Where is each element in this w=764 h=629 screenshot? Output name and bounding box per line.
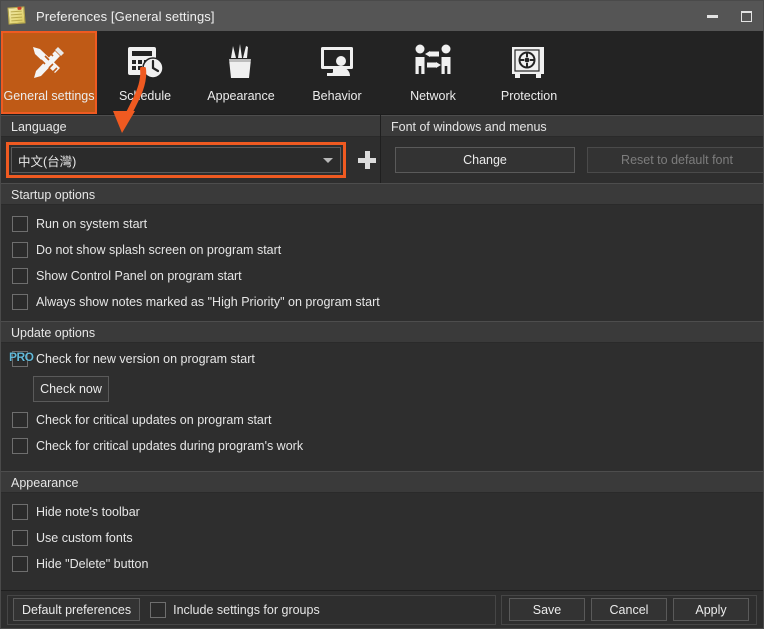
checkbox-box[interactable] (12, 294, 28, 310)
checkbox-hide-note-toolbar[interactable]: Hide note's toolbar (1, 499, 763, 525)
checkbox-box[interactable] (12, 530, 28, 546)
checkbox-run-on-system-start[interactable]: Run on system start (1, 211, 763, 237)
checkbox-label: Check for critical updates during progra… (36, 439, 304, 453)
check-now-button[interactable]: Check now (33, 376, 109, 402)
tab-label: Behavior (312, 89, 362, 103)
save-button[interactable]: Save (509, 598, 585, 621)
checkbox-use-custom-fonts[interactable]: Use custom fonts (1, 525, 763, 551)
language-font-controls-row: 中文(台灣) Change Reset to default font (1, 137, 763, 183)
settings-body: Language Font of windows and menus 中文(台灣… (1, 115, 763, 590)
checkbox-label: Check for new version on program start (36, 352, 255, 366)
checkbox-label: Do not show splash screen on program sta… (36, 243, 282, 257)
minimize-button[interactable] (695, 1, 729, 31)
window-controls (695, 1, 763, 31)
checkbox-label: Include settings for groups (173, 602, 320, 617)
language-selected-value: 中文(台灣) (18, 154, 77, 169)
checkbox-critical-updates-during-work[interactable]: Check for critical updates during progra… (1, 433, 763, 459)
font-controls: Change Reset to default font (381, 137, 763, 183)
checkbox-check-new-version[interactable]: PRO Check for new version on program sta… (1, 346, 763, 372)
tab-schedule[interactable]: Schedule (97, 31, 193, 114)
window-title: Preferences [General settings] (36, 8, 215, 24)
language-controls: 中文(台灣) (1, 137, 381, 183)
checkbox-show-control-panel[interactable]: Show Control Panel on program start (1, 263, 763, 289)
settings-tab-bar: General settings Schedule Appearance Beh… (1, 31, 763, 115)
tab-label: Network (410, 89, 456, 103)
checkbox-label: Run on system start (36, 217, 148, 231)
footer-bar: Default preferences Include settings for… (1, 590, 763, 628)
minimize-icon (706, 14, 718, 18)
checkbox-box[interactable] (12, 556, 28, 572)
tab-general-settings[interactable]: General settings (1, 31, 97, 114)
language-font-header-row: Language Font of windows and menus (1, 115, 763, 137)
chevron-down-icon (323, 158, 334, 163)
language-combobox[interactable]: 中文(台灣) (5, 142, 347, 178)
checkbox-box[interactable] (12, 242, 28, 258)
checkbox-box[interactable] (12, 438, 28, 454)
checkbox-box[interactable] (12, 268, 28, 284)
update-section-title: Update options (1, 321, 763, 343)
checkbox-box[interactable] (12, 216, 28, 232)
checkbox-include-settings-for-groups[interactable]: Include settings for groups (150, 601, 320, 618)
checkbox-box[interactable] (150, 601, 167, 618)
checkbox-critical-updates-on-start[interactable]: Check for critical updates on program st… (1, 407, 763, 433)
checkbox-box[interactable] (12, 504, 28, 520)
pro-badge: PRO (9, 350, 34, 364)
tab-network[interactable]: Network (385, 31, 481, 114)
language-section-title: Language (1, 115, 380, 137)
app-note-icon (6, 5, 28, 27)
cancel-button[interactable]: Cancel (591, 598, 667, 621)
font-panel: Font of windows and menus (381, 115, 763, 137)
tab-behavior[interactable]: Behavior (289, 31, 385, 114)
checkbox-label: Hide note's toolbar (36, 505, 140, 519)
tab-label: Appearance (207, 89, 275, 103)
monitor-person-icon (313, 38, 361, 86)
checkbox-no-splash-screen[interactable]: Do not show splash screen on program sta… (1, 237, 763, 263)
checkbox-hide-delete-button[interactable]: Hide "Delete" button (1, 551, 763, 577)
reset-default-font-button[interactable]: Reset to default font (587, 147, 763, 173)
safe-vault-icon (505, 38, 553, 86)
tab-label: General settings (3, 89, 95, 103)
people-arrows-icon (409, 38, 457, 86)
font-section-title: Font of windows and menus (381, 115, 763, 137)
tab-protection[interactable]: Protection (481, 31, 577, 114)
tab-appearance[interactable]: Appearance (193, 31, 289, 114)
startup-section-title: Startup options (1, 183, 763, 205)
checkbox-label: Use custom fonts (36, 531, 133, 545)
checkbox-label: Hide "Delete" button (36, 557, 149, 571)
pencil-ruler-icon (25, 38, 73, 86)
footer-left-group: Default preferences Include settings for… (7, 594, 496, 625)
appearance-section-title: Appearance (1, 471, 763, 493)
preferences-window: Preferences [General settings] General s… (0, 0, 764, 629)
tab-label: Schedule (118, 89, 172, 103)
calendar-clock-icon (121, 38, 169, 86)
checkbox-label: Always show notes marked as "High Priori… (36, 295, 380, 309)
checkbox-label: Check for critical updates on program st… (36, 413, 272, 427)
title-bar: Preferences [General settings] (1, 1, 763, 31)
checkbox-label: Show Control Panel on program start (36, 269, 242, 283)
pen-cup-icon (217, 38, 265, 86)
apply-button[interactable]: Apply (673, 598, 749, 621)
maximize-button[interactable] (729, 1, 763, 31)
change-font-button[interactable]: Change (395, 147, 575, 173)
language-panel: Language (1, 115, 381, 137)
tab-label: Protection (500, 89, 558, 103)
default-preferences-button[interactable]: Default preferences (13, 598, 141, 621)
footer-right-group: Save Cancel Apply (501, 594, 757, 625)
maximize-icon (740, 10, 752, 22)
checkbox-show-high-priority-notes[interactable]: Always show notes marked as "High Priori… (1, 289, 763, 315)
add-language-button[interactable] (354, 147, 380, 173)
checkbox-box[interactable] (12, 412, 28, 428)
